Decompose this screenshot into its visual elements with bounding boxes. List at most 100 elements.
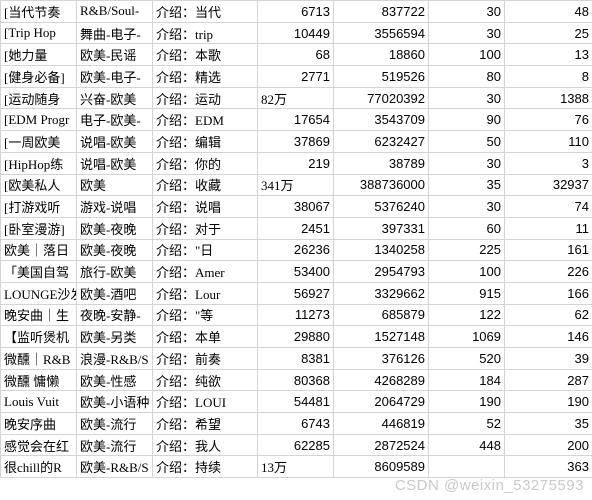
- table-cell[interactable]: [429, 456, 505, 478]
- table-cell[interactable]: Louis Vuit: [1, 391, 77, 413]
- table-cell[interactable]: 915: [429, 282, 505, 304]
- table-cell[interactable]: 122: [429, 304, 505, 326]
- table-cell[interactable]: [当代节奏: [1, 1, 77, 23]
- table-cell[interactable]: 欧美-流行: [77, 413, 153, 435]
- table-cell[interactable]: 219: [258, 152, 334, 174]
- table-cell[interactable]: 欧美-夜晚: [77, 239, 153, 261]
- table-cell[interactable]: 旅行-欧美: [77, 261, 153, 283]
- table-cell[interactable]: 1340258: [334, 239, 429, 261]
- table-cell[interactable]: 介绍：本单: [153, 326, 258, 348]
- table-cell[interactable]: 388736000: [334, 174, 429, 196]
- table-cell[interactable]: 30: [429, 22, 505, 44]
- table-cell[interactable]: 30: [429, 196, 505, 218]
- table-cell[interactable]: 10449: [258, 22, 334, 44]
- table-cell[interactable]: 微醺 慵懒: [1, 369, 77, 391]
- table-cell[interactable]: 837722: [334, 1, 429, 23]
- table-cell[interactable]: 欧美-民谣: [77, 44, 153, 66]
- table-cell[interactable]: 287: [505, 369, 592, 391]
- table-cell[interactable]: 介绍：希望: [153, 413, 258, 435]
- table-cell[interactable]: 1388: [505, 87, 592, 109]
- table-cell[interactable]: 52: [429, 413, 505, 435]
- table-cell[interactable]: 110: [505, 131, 592, 153]
- table-cell[interactable]: 欧美-性感: [77, 369, 153, 391]
- table-cell[interactable]: 184: [429, 369, 505, 391]
- table-cell[interactable]: 100: [429, 261, 505, 283]
- table-cell[interactable]: 欧美-夜晚: [77, 217, 153, 239]
- table-cell[interactable]: 2064729: [334, 391, 429, 413]
- table-cell[interactable]: 25: [505, 22, 592, 44]
- table-cell[interactable]: 2771: [258, 66, 334, 88]
- table-cell[interactable]: 225: [429, 239, 505, 261]
- table-cell[interactable]: 520: [429, 348, 505, 370]
- table-cell[interactable]: 100: [429, 44, 505, 66]
- table-cell[interactable]: 446819: [334, 413, 429, 435]
- table-cell[interactable]: 38067: [258, 196, 334, 218]
- table-cell[interactable]: 397331: [334, 217, 429, 239]
- table-cell[interactable]: 26236: [258, 239, 334, 261]
- table-cell[interactable]: 30: [429, 152, 505, 174]
- table-cell[interactable]: [健身必备]: [1, 66, 77, 88]
- table-cell[interactable]: 29880: [258, 326, 334, 348]
- table-cell[interactable]: [卧室漫游]: [1, 217, 77, 239]
- table-cell[interactable]: 62: [505, 304, 592, 326]
- table-cell[interactable]: 2954793: [334, 261, 429, 283]
- table-cell[interactable]: 【监听煲机: [1, 326, 77, 348]
- table-cell[interactable]: 48: [505, 1, 592, 23]
- table-cell[interactable]: 226: [505, 261, 592, 283]
- table-cell[interactable]: 介绍：你的: [153, 152, 258, 174]
- table-cell[interactable]: 介绍："日: [153, 239, 258, 261]
- table-cell[interactable]: 35: [429, 174, 505, 196]
- table-cell[interactable]: 晚安序曲: [1, 413, 77, 435]
- table-cell[interactable]: 欧美｜落日: [1, 239, 77, 261]
- table-cell[interactable]: 微醺｜R&B: [1, 348, 77, 370]
- table-cell[interactable]: 欧美: [77, 174, 153, 196]
- table-cell[interactable]: 介绍："等: [153, 304, 258, 326]
- table-cell[interactable]: 介绍：Amer: [153, 261, 258, 283]
- table-cell[interactable]: 介绍：编辑: [153, 131, 258, 153]
- table-cell[interactable]: 欧美-酒吧: [77, 282, 153, 304]
- table-cell[interactable]: 363: [505, 456, 592, 478]
- table-cell[interactable]: 1527148: [334, 326, 429, 348]
- table-cell[interactable]: [EDM Progr: [1, 109, 77, 131]
- table-cell[interactable]: 448: [429, 434, 505, 456]
- table-cell[interactable]: 3543709: [334, 109, 429, 131]
- table-cell[interactable]: 介绍：我人: [153, 434, 258, 456]
- table-cell[interactable]: 1069: [429, 326, 505, 348]
- table-cell[interactable]: 欧美-电子-: [77, 66, 153, 88]
- table-cell[interactable]: 11: [505, 217, 592, 239]
- table-cell[interactable]: 浪漫-R&B/S: [77, 348, 153, 370]
- table-cell[interactable]: 17654: [258, 109, 334, 131]
- table-cell[interactable]: 39: [505, 348, 592, 370]
- table-cell[interactable]: 166: [505, 282, 592, 304]
- table-cell[interactable]: 介绍：说唱: [153, 196, 258, 218]
- table-cell[interactable]: 3329662: [334, 282, 429, 304]
- table-cell[interactable]: 30: [429, 1, 505, 23]
- table-cell[interactable]: 介绍：对于: [153, 217, 258, 239]
- table-cell[interactable]: 介绍：前奏: [153, 348, 258, 370]
- table-cell[interactable]: 18860: [334, 44, 429, 66]
- table-cell[interactable]: 欧美-小语种: [77, 391, 153, 413]
- table-cell[interactable]: 「美国自驾: [1, 261, 77, 283]
- table-cell[interactable]: 80368: [258, 369, 334, 391]
- table-cell[interactable]: 30: [429, 87, 505, 109]
- table-cell[interactable]: 介绍：精选: [153, 66, 258, 88]
- table-cell[interactable]: 2451: [258, 217, 334, 239]
- table-cell[interactable]: 欧美-R&B/S: [77, 456, 153, 478]
- table-cell[interactable]: 200: [505, 434, 592, 456]
- table-cell[interactable]: 介绍：收藏: [153, 174, 258, 196]
- table-cell[interactable]: 说唱-欧美: [77, 152, 153, 174]
- table-cell[interactable]: 介绍：运动: [153, 87, 258, 109]
- table-cell[interactable]: 11273: [258, 304, 334, 326]
- table-cell[interactable]: 欧美-流行: [77, 434, 153, 456]
- table-cell[interactable]: 3: [505, 152, 592, 174]
- table-cell[interactable]: 50: [429, 131, 505, 153]
- table-cell[interactable]: 74: [505, 196, 592, 218]
- table-cell[interactable]: R&B/Soul-: [77, 1, 153, 23]
- table-cell[interactable]: 舞曲-电子-: [77, 22, 153, 44]
- table-cell[interactable]: 37869: [258, 131, 334, 153]
- table-cell[interactable]: 80: [429, 66, 505, 88]
- table-cell[interactable]: 6713: [258, 1, 334, 23]
- table-cell[interactable]: [Trip Hop: [1, 22, 77, 44]
- table-cell[interactable]: [欧美私人: [1, 174, 77, 196]
- table-cell[interactable]: [一周欧美: [1, 131, 77, 153]
